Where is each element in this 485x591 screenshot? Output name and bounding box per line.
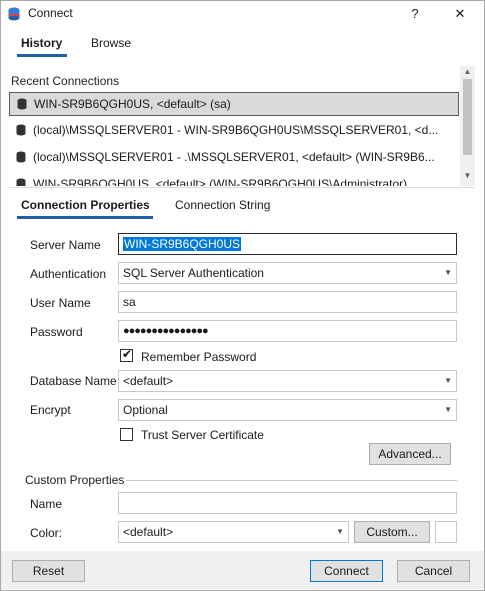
recent-connection-text: (local)\MSSQLSERVER01 - .\MSSQLSERVER01,… [33, 150, 435, 164]
scrollbar-thumb[interactable] [463, 79, 472, 155]
trust-server-certificate-label: Trust Server Certificate [141, 428, 264, 442]
authentication-value: SQL Server Authentication [123, 266, 264, 280]
close-button[interactable]: ✕ [449, 4, 471, 24]
custom-color-button[interactable]: Custom... [354, 521, 430, 543]
user-name-label: User Name [30, 296, 91, 310]
color-swatch [435, 521, 457, 543]
custom-name-label: Name [30, 497, 63, 511]
server-name-input[interactable]: WIN-SR9B6QGH0US [118, 233, 457, 255]
group-divider [126, 480, 457, 481]
recent-connection-item[interactable]: WIN-SR9B6QGH0US, <default> (sa) [9, 92, 459, 116]
checkmark-icon: ✔ [122, 347, 133, 361]
chevron-down-icon: ▼ [444, 268, 452, 277]
recent-connections-list: WIN-SR9B6QGH0US, <default> (sa) (local)\… [9, 92, 459, 186]
database-icon [17, 98, 27, 110]
tab-history[interactable]: History [21, 36, 62, 50]
recent-connection-item[interactable]: (local)\MSSQLSERVER01 - .\MSSQLSERVER01,… [9, 146, 457, 168]
encrypt-select[interactable]: Optional ▼ [118, 399, 457, 421]
scroll-up-icon[interactable]: ▲ [460, 67, 475, 76]
window-title: Connect [28, 6, 73, 20]
scroll-down-icon[interactable]: ▼ [460, 171, 475, 180]
server-name-value: WIN-SR9B6QGH0US [123, 237, 242, 251]
authentication-select[interactable]: SQL Server Authentication ▼ [118, 262, 457, 284]
custom-name-input[interactable] [118, 492, 457, 514]
database-icon [16, 151, 26, 163]
password-value: ●●●●●●●●●●●●●●● [123, 325, 209, 337]
recent-connection-text: WIN-SR9B6QGH0US, <default> (WIN-SR9B6QGH… [33, 177, 408, 186]
user-name-value: sa [123, 295, 136, 309]
database-icon [16, 178, 26, 186]
advanced-button[interactable]: Advanced... [369, 443, 451, 465]
database-app-icon [8, 7, 20, 21]
encrypt-value: Optional [123, 403, 168, 417]
connect-button[interactable]: Connect [310, 560, 383, 582]
authentication-label: Authentication [30, 267, 107, 281]
password-input[interactable]: ●●●●●●●●●●●●●●● [118, 320, 457, 342]
custom-properties-header: Custom Properties [25, 473, 125, 487]
color-value: <default> [123, 525, 174, 539]
database-icon [16, 124, 26, 136]
trust-server-certificate-checkbox[interactable] [120, 428, 133, 441]
section-divider [9, 187, 475, 188]
tab-connection-properties[interactable]: Connection Properties [21, 198, 150, 212]
chevron-down-icon: ▼ [336, 527, 344, 536]
recent-connection-text: (local)\MSSQLSERVER01 - WIN-SR9B6QGH0US\… [33, 123, 439, 137]
tab-connection-properties-underline [17, 216, 153, 219]
password-label: Password [30, 325, 83, 339]
chevron-down-icon: ▼ [444, 405, 452, 414]
recent-connections-label: Recent Connections [11, 74, 120, 88]
server-name-label: Server Name [30, 238, 101, 252]
database-name-label: Database Name [30, 374, 117, 388]
tab-history-underline [17, 54, 67, 57]
recent-connection-item[interactable]: WIN-SR9B6QGH0US, <default> (WIN-SR9B6QGH… [9, 173, 457, 186]
close-icon: ✕ [454, 6, 466, 21]
tab-browse[interactable]: Browse [91, 36, 131, 50]
user-name-input[interactable]: sa [118, 291, 457, 313]
remember-password-checkbox[interactable]: ✔ [120, 347, 133, 362]
database-name-select[interactable]: <default> ▼ [118, 370, 457, 392]
reset-button[interactable]: Reset [12, 560, 85, 582]
encrypt-label: Encrypt [30, 403, 71, 417]
remember-password-label: Remember Password [141, 350, 257, 364]
cancel-button[interactable]: Cancel [397, 560, 470, 582]
recent-connection-text: WIN-SR9B6QGH0US, <default> (sa) [34, 97, 231, 111]
color-select[interactable]: <default> ▼ [118, 521, 349, 543]
tab-connection-string[interactable]: Connection String [175, 198, 270, 212]
color-label: Color: [30, 526, 63, 540]
help-button[interactable]: ? [404, 4, 426, 24]
chevron-down-icon: ▼ [444, 376, 452, 385]
database-name-value: <default> [123, 374, 174, 388]
recent-connection-item[interactable]: (local)\MSSQLSERVER01 - WIN-SR9B6QGH0US\… [9, 119, 457, 141]
